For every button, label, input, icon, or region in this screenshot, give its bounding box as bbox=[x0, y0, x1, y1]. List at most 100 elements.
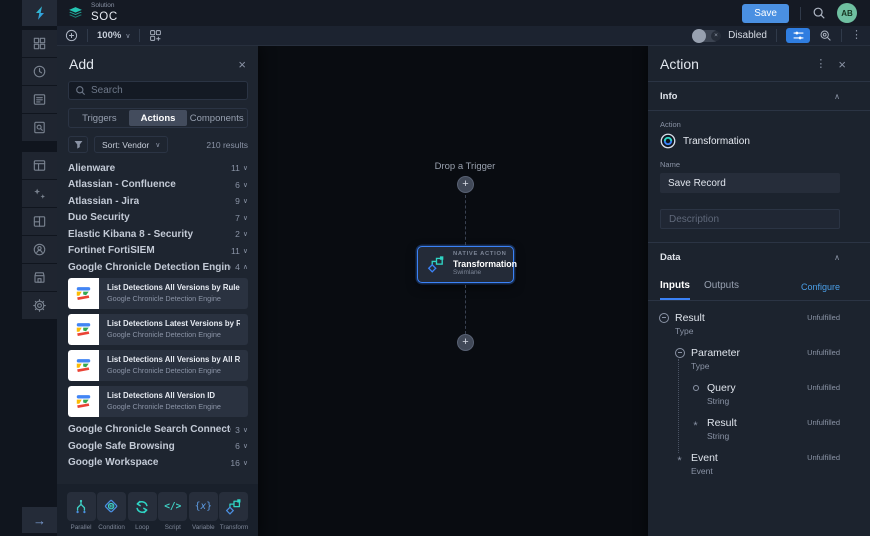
vendor-group-row[interactable]: Atlassian - Jira9∨ bbox=[68, 193, 248, 210]
rail-marketplace-icon[interactable] bbox=[22, 264, 57, 291]
toggle-knob bbox=[692, 29, 706, 43]
chevron-up-icon[interactable]: ∧ bbox=[834, 253, 840, 262]
description-input[interactable] bbox=[660, 209, 840, 229]
tab-inputs[interactable]: Inputs bbox=[660, 280, 690, 300]
action-card[interactable]: List Detections All Versions by All Rule… bbox=[68, 350, 248, 381]
vendor-list: Alienware11∨Atlassian - Confluence6∨Atla… bbox=[57, 158, 258, 484]
chevron-up-icon[interactable]: ∧ bbox=[834, 92, 840, 101]
data-tree-node-event[interactable]: * Event Event Unfulfilled bbox=[658, 451, 840, 476]
script-tool-button[interactable]: </> bbox=[158, 492, 187, 521]
action-card-subtitle: Google Chronicle Detection Engine bbox=[107, 294, 240, 303]
solution-header[interactable]: Solution SOC bbox=[67, 3, 118, 23]
data-tree-node-parameter[interactable]: Parameter Type Unfulfilled bbox=[658, 346, 840, 371]
save-button[interactable]: Save bbox=[742, 4, 789, 23]
zoom-level-dropdown[interactable]: 100% ∨ bbox=[97, 30, 130, 41]
display-settings-button[interactable] bbox=[786, 28, 810, 43]
vendor-group-row[interactable]: Google Chronicle Detection Engine4∧ bbox=[68, 259, 248, 276]
chevron-down-icon: ∨ bbox=[243, 459, 248, 467]
more-options-icon[interactable]: ⋮ bbox=[851, 30, 862, 41]
enabled-toggle[interactable]: × bbox=[693, 30, 719, 42]
vendor-name: Google Chronicle Search Connector bbox=[68, 424, 231, 435]
node-subtitle: Swimlane bbox=[453, 270, 504, 277]
zoom-search-icon[interactable] bbox=[819, 29, 832, 42]
close-icon[interactable]: × bbox=[238, 58, 246, 71]
variable-tool-button[interactable]: {x} bbox=[189, 492, 218, 521]
panel-more-options-icon[interactable]: ⋮ bbox=[815, 59, 826, 70]
avatar[interactable]: AB bbox=[837, 3, 857, 23]
rail-clock-icon[interactable] bbox=[22, 58, 57, 85]
rail-records-icon[interactable] bbox=[22, 86, 57, 113]
vendor-name: Google Workspace bbox=[68, 457, 158, 468]
action-card-subtitle: Google Chronicle Detection Engine bbox=[107, 402, 221, 411]
vendor-name: Atlassian - Jira bbox=[68, 196, 139, 207]
vendor-group-row[interactable]: Google Workspace16∨ bbox=[68, 455, 248, 472]
bullet-icon: * bbox=[690, 417, 701, 428]
rail-users-icon[interactable] bbox=[22, 236, 57, 263]
tool-transform: Transform bbox=[219, 492, 249, 531]
workflow-node-transformation[interactable]: NATIVE ACTION Transformation Swimlane bbox=[417, 246, 514, 283]
add-panel-title: Add bbox=[69, 56, 94, 72]
vendor-count: 11 bbox=[227, 246, 240, 256]
vendor-group-row[interactable]: Fortinet FortiSIEM11∨ bbox=[68, 243, 248, 260]
tool-label: Condition bbox=[98, 524, 125, 531]
add-step-button[interactable]: + bbox=[457, 176, 474, 193]
filter-button[interactable] bbox=[68, 136, 88, 153]
vendor-count: 6 bbox=[231, 441, 240, 451]
add-step-button[interactable]: + bbox=[457, 334, 474, 351]
bullet-icon bbox=[690, 382, 701, 393]
configure-link[interactable]: Configure bbox=[801, 282, 840, 300]
collapse-icon[interactable] bbox=[674, 347, 685, 358]
action-card-title: List Detections Latest Versions by Rule … bbox=[107, 319, 240, 328]
sort-dropdown[interactable]: Sort: Vendor ∨ bbox=[94, 136, 168, 153]
rail-ai-sparkles-icon[interactable] bbox=[22, 180, 57, 207]
action-card[interactable]: List Detections All Versions by Rule ID … bbox=[68, 278, 248, 309]
vendor-group-row[interactable]: Atlassian - Confluence6∨ bbox=[68, 177, 248, 194]
add-panel: Add × TriggersActionsComponents Sort: Ve… bbox=[57, 46, 258, 536]
data-tree-node-result[interactable]: * Result String Unfulfilled bbox=[658, 416, 840, 441]
rail-settings-icon[interactable] bbox=[22, 292, 57, 319]
tree-node-name: Result bbox=[675, 312, 705, 324]
rail-apps-grid-icon[interactable] bbox=[22, 30, 57, 57]
name-input[interactable] bbox=[660, 173, 840, 193]
action-card[interactable]: List Detections All Version ID Google Ch… bbox=[68, 386, 248, 417]
loop-tool-button[interactable] bbox=[128, 492, 157, 521]
tab-triggers[interactable]: Triggers bbox=[70, 110, 129, 126]
vendor-group-row[interactable]: Duo Security7∨ bbox=[68, 210, 248, 227]
add-circle-icon[interactable] bbox=[65, 29, 78, 42]
divider bbox=[841, 29, 842, 42]
swimlane-logo-icon[interactable] bbox=[22, 0, 57, 26]
parallel-tool-button[interactable] bbox=[67, 492, 96, 521]
zoom-level-value: 100% bbox=[97, 30, 121, 41]
tab-actions[interactable]: Actions bbox=[129, 110, 188, 126]
chevron-down-icon: ∨ bbox=[243, 164, 248, 172]
tab-outputs[interactable]: Outputs bbox=[704, 280, 739, 300]
expand-rail-button[interactable]: → bbox=[22, 507, 57, 533]
collapse-icon[interactable] bbox=[658, 312, 669, 323]
action-card[interactable]: List Detections Latest Versions by Rule … bbox=[68, 314, 248, 345]
vendor-count: 6 bbox=[231, 180, 240, 190]
close-icon[interactable]: × bbox=[838, 58, 846, 71]
rail-applets-icon[interactable] bbox=[22, 152, 57, 179]
search-box[interactable] bbox=[68, 81, 248, 100]
chevron-down-icon: ∨ bbox=[243, 442, 248, 450]
rail-record-search-icon[interactable] bbox=[22, 114, 57, 141]
data-tree-node-query[interactable]: Query String Unfulfilled bbox=[658, 381, 840, 406]
workflow-canvas[interactable]: Drop a Trigger + NATIVE ACTION Transform… bbox=[258, 46, 648, 536]
tool-script: </> Script bbox=[158, 492, 188, 531]
rail-workspaces-icon[interactable] bbox=[22, 208, 57, 235]
vendor-name: Google Chronicle Detection Engine bbox=[68, 262, 231, 273]
vendor-group-row[interactable]: Alienware11∨ bbox=[68, 160, 248, 177]
data-tree-node-result[interactable]: Result Type Unfulfilled bbox=[658, 311, 840, 336]
vendor-group-row[interactable]: Google Chronicle Search Connector3∨ bbox=[68, 422, 248, 439]
add-grid-icon[interactable] bbox=[149, 29, 162, 42]
tab-components[interactable]: Components bbox=[187, 110, 246, 126]
search-icon[interactable] bbox=[812, 6, 826, 20]
transform-tool-button[interactable] bbox=[219, 492, 248, 521]
vendor-group-row[interactable]: Elastic Kibana 8 - Security2∨ bbox=[68, 226, 248, 243]
tool-condition: Condition bbox=[97, 492, 127, 531]
condition-tool-button[interactable] bbox=[97, 492, 126, 521]
vendor-group-row[interactable]: Google Safe Browsing6∨ bbox=[68, 438, 248, 455]
search-input[interactable] bbox=[91, 85, 241, 96]
tree-node-type: Type bbox=[675, 326, 840, 336]
tool-loop: Loop bbox=[127, 492, 157, 531]
